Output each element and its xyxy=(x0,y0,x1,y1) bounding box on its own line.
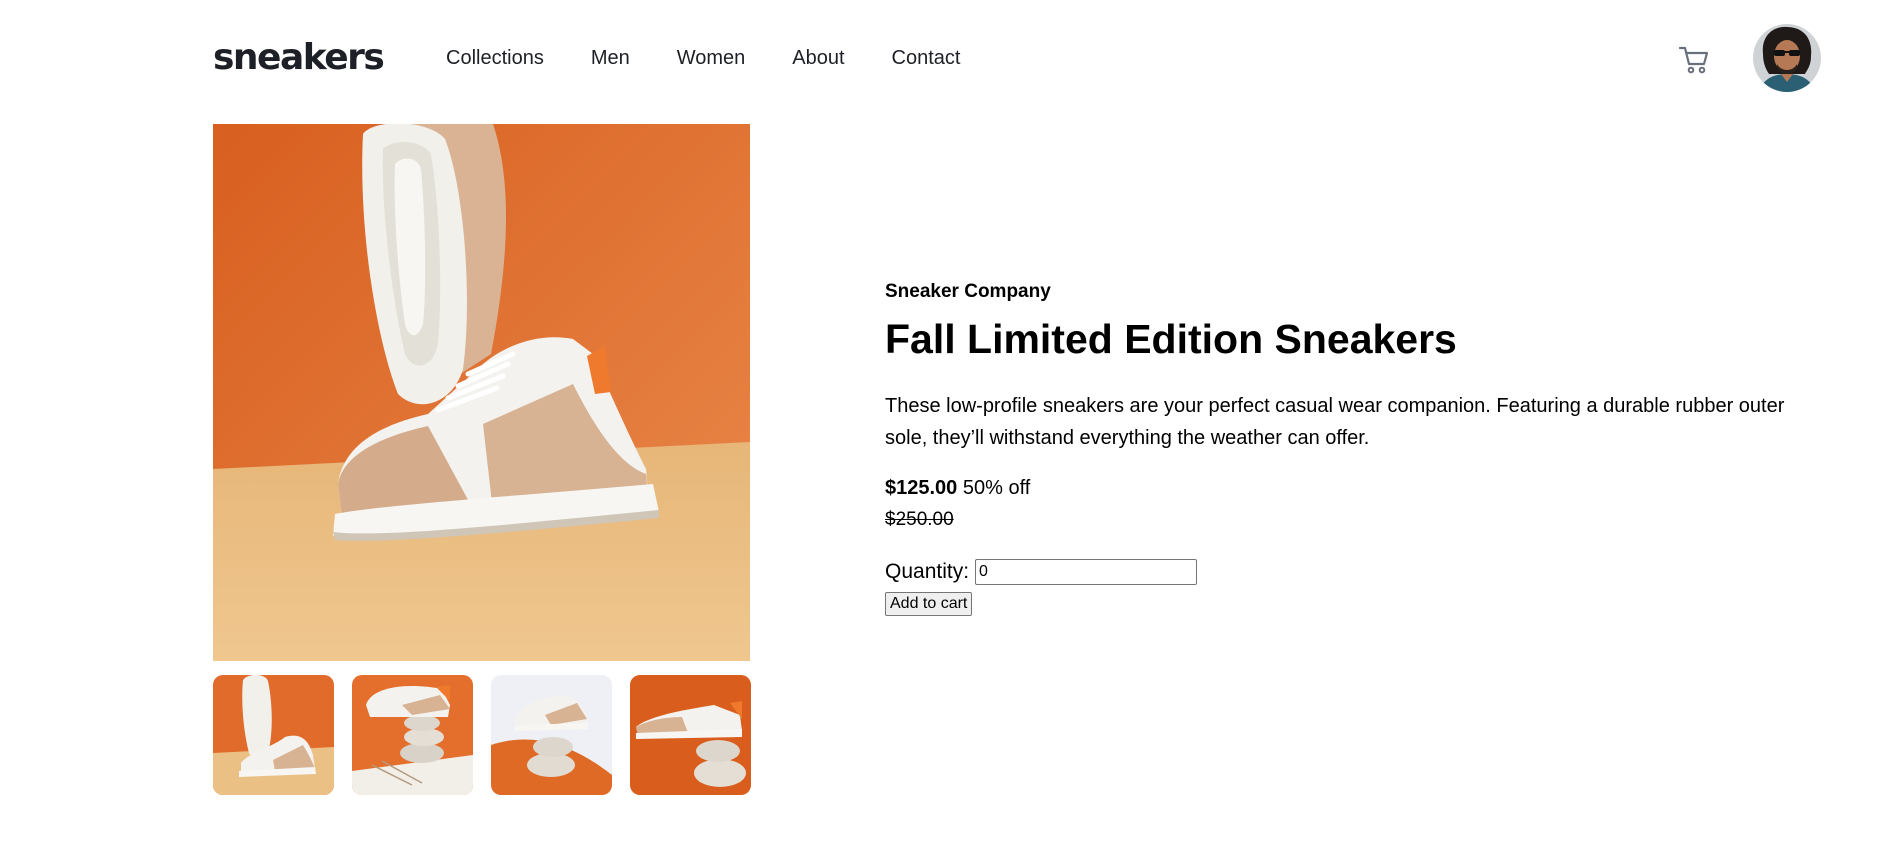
quantity-row: Quantity: xyxy=(885,558,1805,586)
user-avatar[interactable] xyxy=(1753,24,1821,92)
main-nav: Collections Men Women About Contact xyxy=(446,46,960,70)
product-description: These low-profile sneakers are your perf… xyxy=(885,395,1785,449)
thumbnail-strip xyxy=(213,675,751,795)
product-main-image[interactable] xyxy=(213,124,750,661)
quantity-input[interactable] xyxy=(975,559,1198,585)
nav-link-about[interactable]: About xyxy=(792,46,844,70)
company-name: Sneaker Company xyxy=(885,281,1051,302)
thumbnail-3[interactable] xyxy=(491,675,612,795)
nav-link-contact[interactable]: Contact xyxy=(892,46,961,70)
nav-link-collections[interactable]: Collections xyxy=(446,46,544,70)
price-row: $125.00 50% off xyxy=(885,472,1805,504)
product-info: Sneaker Company Fall Limited Edition Sne… xyxy=(885,280,1805,616)
add-to-cart-button[interactable]: Add to cart xyxy=(885,592,973,616)
site-logo[interactable]: sneakers xyxy=(213,36,385,80)
site-header: sneakers Collections Men Women About Con… xyxy=(0,0,1897,120)
nav-link-men[interactable]: Men xyxy=(591,46,630,70)
current-price: $125.00 xyxy=(885,477,958,499)
nav-link-women[interactable]: Women xyxy=(677,46,746,70)
original-price: $250.00 xyxy=(885,509,954,530)
cart-icon[interactable] xyxy=(1677,42,1711,76)
thumbnail-1[interactable] xyxy=(213,675,334,795)
thumbnail-4[interactable] xyxy=(630,675,751,795)
thumbnail-2[interactable] xyxy=(352,675,473,795)
product-title: Fall Limited Edition Sneakers xyxy=(885,316,1457,362)
quantity-label: Quantity: xyxy=(885,560,970,583)
discount-label: 50% off xyxy=(962,477,1031,499)
